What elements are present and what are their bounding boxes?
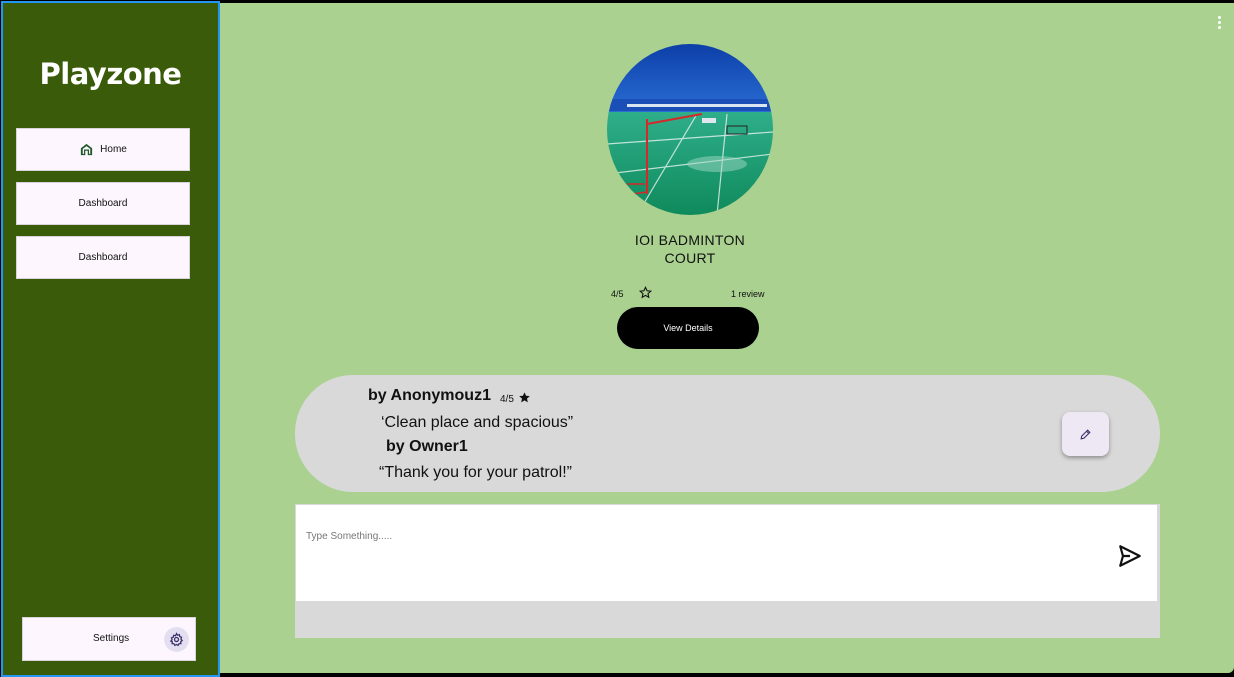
sidebar: Playzone Home Dashboard Dashboard Settin… <box>1 1 220 677</box>
court-name: IOI BADMINTON COURT <box>590 231 790 267</box>
compose-box <box>295 504 1160 638</box>
send-icon[interactable] <box>1117 543 1143 569</box>
sidebar-item-label: Dashboard <box>78 198 128 209</box>
court-name-line1: IOI BADMINTON <box>634 232 746 248</box>
more-options-icon[interactable] <box>1218 16 1222 31</box>
court-image <box>607 44 773 215</box>
sidebar-item-label: Dashboard <box>78 252 128 263</box>
review-count: 1 review <box>731 289 765 299</box>
review-author: by Anonymouz1 <box>368 387 491 404</box>
sidebar-item-label: Home <box>100 144 127 155</box>
reply-author: by Owner1 <box>386 438 468 455</box>
settings-button[interactable]: Settings <box>22 617 196 661</box>
message-input[interactable] <box>296 505 1157 601</box>
review-text: ‘Clean place and spacious” <box>381 414 574 431</box>
home-icon <box>81 143 93 156</box>
star-icon <box>519 392 530 403</box>
pencil-icon <box>1080 428 1091 440</box>
view-details-button[interactable]: View Details <box>617 307 759 349</box>
reply-text: “Thank you for your patrol!” <box>379 464 572 481</box>
sidebar-item-dashboard-2[interactable]: Dashboard <box>16 236 190 279</box>
review-rating: 4/5 <box>500 394 514 405</box>
sidebar-item-dashboard[interactable]: Dashboard <box>16 182 190 225</box>
sidebar-item-home[interactable]: Home <box>16 128 190 171</box>
review-card: by Anonymouz1 4/5 ‘Clean place and spaci… <box>295 375 1160 492</box>
court-name-line2: COURT <box>664 250 716 266</box>
main-panel: IOI BADMINTON COURT 4/5 1 review View De… <box>220 3 1234 673</box>
app-title: Playzone <box>39 57 182 91</box>
court-rating: 4/5 <box>611 289 624 299</box>
gear-icon[interactable] <box>164 627 189 652</box>
edit-button[interactable] <box>1062 412 1109 456</box>
settings-label: Settings <box>93 633 130 644</box>
star-outline-icon <box>639 286 652 299</box>
